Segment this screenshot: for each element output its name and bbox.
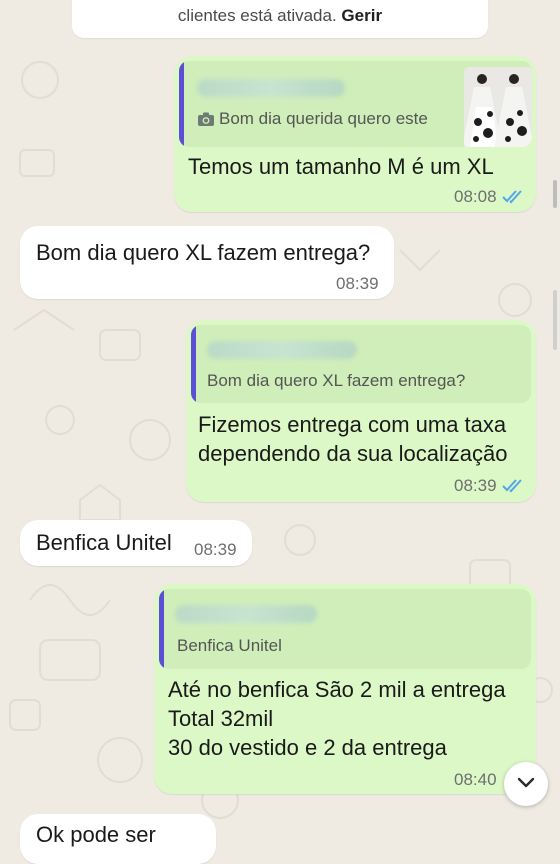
- message-time: 08:40: [454, 770, 497, 789]
- chevron-down-icon: [516, 776, 536, 795]
- system-notice-line2: clientes está ativada. Gerir: [72, 6, 488, 26]
- scroll-to-bottom-button[interactable]: [504, 762, 548, 806]
- message-outgoing-1[interactable]: Bom dia querida quero este Temos um tama…: [174, 56, 536, 212]
- quoted-sender-name: [207, 341, 357, 359]
- quote-bar: [159, 589, 164, 669]
- manage-link[interactable]: Gerir: [341, 6, 382, 25]
- scrollbar-thumb[interactable]: [553, 180, 557, 208]
- message-incoming-1[interactable]: Bom dia quero XL fazem entrega? 08:39: [20, 226, 394, 299]
- quoted-text: Bom dia quero XL fazem entrega?: [207, 371, 466, 390]
- message-incoming-2[interactable]: Benfica Unitel 08:39: [20, 520, 252, 566]
- quoted-text: Benfica Unitel: [177, 636, 282, 655]
- message-text: Benfica Unitel: [36, 530, 172, 555]
- quoted-message[interactable]: Benfica Unitel: [159, 589, 531, 669]
- system-notice: … clientes está ativada. Gerir: [72, 0, 488, 38]
- message-incoming-3[interactable]: Ok pode ser: [20, 814, 216, 864]
- double-check-icon: [502, 190, 524, 204]
- quoted-image-thumbnail[interactable]: [464, 67, 532, 147]
- quote-bar: [179, 61, 184, 147]
- quoted-sender-name: [197, 79, 345, 97]
- camera-icon: [197, 111, 215, 127]
- message-time: 08:39: [194, 540, 237, 559]
- message-outgoing-2[interactable]: Bom dia quero XL fazem entrega? Fizemos …: [186, 320, 536, 502]
- message-text: Temos um tamanho M é um XL: [188, 154, 494, 179]
- message-time: 08:08: [454, 187, 497, 206]
- scrollbar-thumb-secondary[interactable]: [553, 290, 557, 350]
- message-time: 08:39: [336, 274, 379, 293]
- message-text: Fizemos entrega com uma taxa dependendo …: [198, 412, 508, 466]
- system-notice-line1: …: [72, 0, 488, 4]
- message-time: 08:39: [454, 476, 497, 495]
- message-text: Bom dia quero XL fazem entrega?: [36, 240, 371, 265]
- quoted-text: Bom dia querida quero este: [219, 109, 428, 128]
- quoted-message[interactable]: Bom dia quero XL fazem entrega?: [191, 325, 531, 403]
- system-notice-text: clientes está ativada.: [177, 6, 337, 25]
- quoted-sender-name: [175, 605, 317, 623]
- message-outgoing-3[interactable]: Benfica Unitel Até no benfica São 2 mil …: [154, 584, 536, 794]
- quoted-message[interactable]: Bom dia querida quero este: [179, 61, 532, 147]
- message-text: Até no benfica São 2 mil a entrega Total…: [168, 677, 506, 760]
- message-text: Ok pode ser: [36, 822, 156, 847]
- quote-bar: [191, 325, 196, 403]
- double-check-icon: [502, 479, 524, 493]
